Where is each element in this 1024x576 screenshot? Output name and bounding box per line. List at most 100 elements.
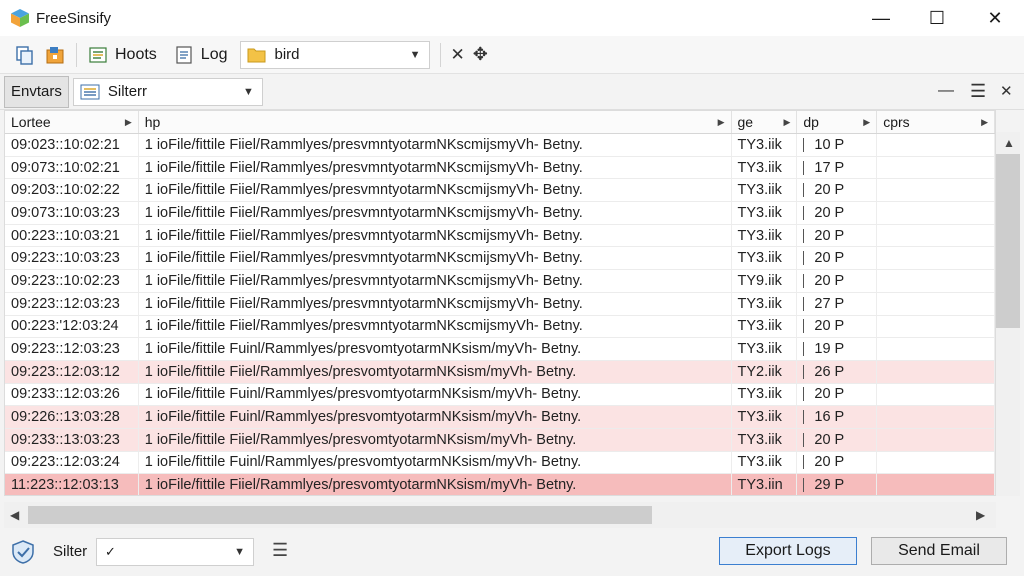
status-filter-combo[interactable]: ✓ ▼ <box>96 538 254 566</box>
cell-time: 09:223::10:03:23 <box>5 247 139 270</box>
cell-time: 09:233::12:03:26 <box>5 383 139 406</box>
cell-code: TY3.iik <box>732 292 798 315</box>
table-row[interactable]: 09:073::10:02:21 1 ioFile/fittile Fiiel/R… <box>5 156 995 180</box>
column-header-code[interactable]: ge ▶ <box>732 111 798 133</box>
app-window: FreeSinsify — ☐ ✕ Hoots Log bird ▼ ✕ ✥ E… <box>0 0 1024 576</box>
table-row[interactable]: 09:073::10:03:23 1 ioFile/fittile Fiiel/R… <box>5 202 995 225</box>
archive-button[interactable] <box>40 41 70 69</box>
sort-arrow-icon: ▶ <box>863 116 871 127</box>
table-row[interactable]: 09:233::12:03:26 1 ioFile/fittile Fuinl/R… <box>5 383 995 407</box>
table-row[interactable]: 11:223::12:03:13 1 ioFile/fittile Fiiel/R… <box>5 474 995 495</box>
log-button[interactable]: Log <box>169 41 232 69</box>
close-button[interactable]: ✕ <box>966 0 1024 36</box>
cell-count-text: 20 P <box>814 204 845 221</box>
cell-code: TY2.iik <box>732 360 798 383</box>
cell-message-text: 1 ioFile/fittile Fiiel/Rammlyes/presvmnt… <box>144 159 583 176</box>
horizontal-scroll-thumb[interactable] <box>28 506 652 524</box>
table-row[interactable]: 09:223::12:03:23 1 ioFile/fittile Fuinl/R… <box>5 338 995 361</box>
column-header-time[interactable]: Lortee ▶ <box>5 111 139 133</box>
column-header-dp[interactable]: dp ▶ <box>797 111 878 133</box>
table-row[interactable]: 00:223:'12:03:24 1 ioFile/fittile Fiiel/R… <box>5 315 995 339</box>
cell-message-text: 1 ioFile/fittile Fiiel/Rammlyes/presvmnt… <box>144 204 583 221</box>
cell-divider <box>803 273 805 288</box>
cell-message: 1 ioFile/fittile Fuinl/Rammlyes/presvomt… <box>139 383 732 406</box>
cell-message: 1 ioFile/fittile Fiiel/Rammlyes/presvomt… <box>139 474 732 495</box>
filter-bar: Envtars Silterr ▼ — ☰ ✕ <box>0 74 1024 110</box>
cell-cprs <box>877 360 995 383</box>
column-header-cprs[interactable]: cprs ▶ <box>877 111 995 133</box>
cell-count-text: 27 P <box>814 295 845 312</box>
cell-message: 1 ioFile/fittile Fiiel/Rammlyes/presvmnt… <box>139 270 732 292</box>
maximize-icon: ☐ <box>928 7 946 28</box>
cell-code-text: TY9.iik <box>737 272 782 289</box>
shield-check-icon[interactable] <box>10 539 36 565</box>
tab-envtars[interactable]: Envtars <box>4 75 69 108</box>
menu-icon[interactable]: ☰ <box>272 540 288 561</box>
scroll-left-icon[interactable]: ◀ <box>10 508 19 522</box>
table-row[interactable]: 09:233::13:03:23 1 ioFile/fittile Fiiel/R… <box>5 428 995 452</box>
cell-divider <box>803 160 805 175</box>
cell-message: 1 ioFile/fittile Fiiel/Rammlyes/presvomt… <box>139 428 732 451</box>
maximize-button[interactable]: ☐ <box>908 0 966 36</box>
clear-button[interactable]: ✕ <box>447 41 469 69</box>
table-row[interactable]: 09:223::12:03:24 1 ioFile/fittile Fuinl/R… <box>5 451 995 475</box>
cell-count: 27 P <box>797 292 878 315</box>
roots-button[interactable]: Hoots <box>83 41 161 69</box>
table-row[interactable]: 00:223::10:03:21 1 ioFile/fittile Fiiel/R… <box>5 224 995 248</box>
cell-divider <box>803 478 805 493</box>
close-panel-icon[interactable]: ✕ <box>1000 82 1013 100</box>
cell-divider <box>803 364 805 379</box>
vertical-scrollbar[interactable]: ▲ <box>996 132 1020 496</box>
cell-count: 16 P <box>797 406 878 428</box>
cell-divider <box>803 342 805 357</box>
table-row[interactable]: 09:223::12:03:23 1 ioFile/fittile Fiiel/R… <box>5 292 995 316</box>
filter-combo[interactable]: Silterr ▼ <box>72 77 263 106</box>
table-row[interactable]: 09:223::10:03:23 1 ioFile/fittile Fiiel/R… <box>5 247 995 271</box>
title-bar: FreeSinsify — ☐ ✕ <box>0 0 1024 36</box>
cell-count-text: 29 P <box>814 477 845 494</box>
cell-time-text: 09:223::12:03:24 <box>11 454 120 471</box>
cell-cprs <box>877 134 995 156</box>
cell-time: 09:223::12:03:12 <box>5 360 139 383</box>
move-button[interactable]: ✥ <box>469 41 492 69</box>
table-row[interactable]: 09:203::10:02:22 1 ioFile/fittile Fiiel/R… <box>5 179 995 203</box>
cell-message: 1 ioFile/fittile Fuinl/Rammlyes/presvomt… <box>139 451 732 474</box>
copy-button[interactable] <box>10 41 40 69</box>
cell-time-text: 00:223::10:03:21 <box>11 227 120 244</box>
source-combo-value: bird <box>274 46 300 63</box>
cell-message-text: 1 ioFile/fittile Fiiel/Rammlyes/presvmnt… <box>144 318 583 335</box>
cell-code-text: TY3.iik <box>737 386 782 403</box>
cell-time-text: 09:223::12:03:23 <box>11 341 120 358</box>
roots-icon <box>89 46 107 63</box>
vertical-scroll-thumb[interactable] <box>996 154 1020 328</box>
cell-message-text: 1 ioFile/fittile Fiiel/Rammlyes/presvmnt… <box>144 272 583 289</box>
export-logs-button[interactable]: Export Logs <box>719 537 857 565</box>
cell-code-text: TY3.iik <box>737 409 782 426</box>
cell-count-text: 26 P <box>814 363 845 380</box>
scroll-right-icon[interactable]: ▶ <box>976 508 985 522</box>
table-row[interactable]: 09:223::12:03:12 1 ioFile/fittile Fiiel/R… <box>5 360 995 384</box>
horizontal-scrollbar[interactable]: ◀ ▶ <box>4 502 996 528</box>
collapse-icon[interactable]: — <box>938 82 954 100</box>
cell-count: 20 P <box>797 383 878 406</box>
scroll-up-icon[interactable]: ▲ <box>1003 136 1015 150</box>
folder-icon <box>247 48 265 62</box>
source-combo[interactable]: bird ▼ <box>239 40 430 69</box>
cell-message: 1 ioFile/fittile Fiiel/Rammlyes/presvomt… <box>139 360 732 383</box>
table-row[interactable]: 09:023::10:02:21 1 ioFile/fittile Fiiel/R… <box>5 134 995 157</box>
minimize-button[interactable]: — <box>852 0 910 36</box>
cell-code: TY3.iik <box>732 383 798 406</box>
table-row[interactable]: 09:226::13:03:28 1 ioFile/fittile Fuinl/R… <box>5 406 995 429</box>
check-icon: ✓ <box>105 544 116 559</box>
cell-time-text: 09:223::10:03:23 <box>11 250 120 267</box>
send-email-button[interactable]: Send Email <box>871 537 1007 565</box>
cell-count-text: 20 P <box>814 386 845 403</box>
menu-icon[interactable]: ☰ <box>970 81 986 102</box>
cell-time: 00:223:'12:03:24 <box>5 315 139 338</box>
cell-cprs <box>877 270 995 292</box>
cell-message: 1 ioFile/fittile Fuinl/Rammlyes/presvomt… <box>139 406 732 428</box>
table-row[interactable]: 09:223::10:02:23 1 ioFile/fittile Fiiel/R… <box>5 270 995 293</box>
column-header-message[interactable]: hp ▶ <box>139 111 732 133</box>
cell-count-text: 19 P <box>814 341 845 358</box>
cell-code-text: TY3.iik <box>737 250 782 267</box>
